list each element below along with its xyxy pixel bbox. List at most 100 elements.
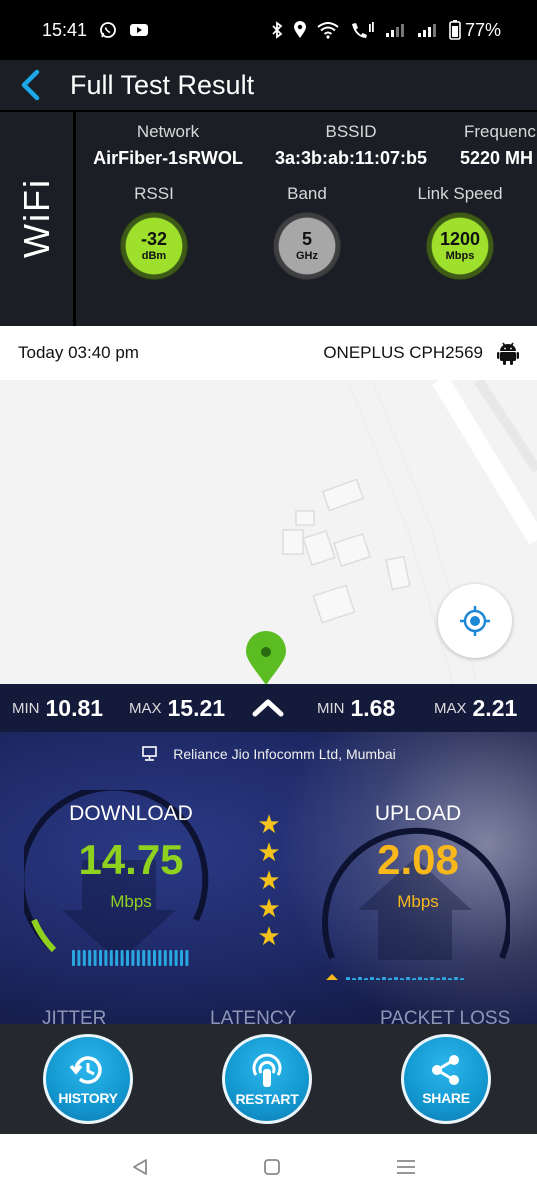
progress-tick <box>93 950 97 966</box>
progress-tick <box>418 977 422 980</box>
back-button[interactable] <box>0 60 60 110</box>
android-icon <box>497 342 519 365</box>
latency-label: LATENCY <box>210 1008 297 1024</box>
rating-stars: ★ ★ ★ ★ ★ <box>254 810 284 950</box>
progress-tick <box>442 977 446 980</box>
upload-value: 2.08 <box>377 836 459 883</box>
progress-tick <box>131 950 135 966</box>
download-max: MAX 15.21 <box>129 694 226 721</box>
packet-loss-label: PACKET LOSS <box>380 1008 511 1024</box>
location-icon <box>293 21 307 39</box>
progress-tick <box>169 950 173 966</box>
progress-tick <box>126 950 129 966</box>
progress-tick <box>104 950 108 966</box>
speed-results: Reliance Jio Infocomm Ltd, Mumbai DOWNLO… <box>0 732 537 1024</box>
progress-tick <box>174 950 178 966</box>
map-view[interactable] <box>0 380 537 684</box>
bluetooth-icon <box>271 21 283 39</box>
download-min: MIN 10.81 <box>12 694 104 721</box>
share-button[interactable]: SHARE <box>401 1034 491 1124</box>
progress-tick <box>82 950 86 966</box>
upload-min: MIN 1.68 <box>317 694 396 721</box>
progress-tick <box>163 950 167 966</box>
upload-max: MAX 2.21 <box>434 694 518 721</box>
restart-icon <box>252 1053 282 1087</box>
progress-tick <box>352 978 356 980</box>
nav-home-button[interactable] <box>252 1152 292 1182</box>
frequency-info: Frequenc 5220 MH <box>460 122 536 168</box>
progress-tick <box>346 977 350 980</box>
progress-tick <box>109 950 113 966</box>
wifi-side-label: WiFi <box>0 110 76 326</box>
jitter-label: JITTER <box>42 1008 107 1024</box>
app-header: Full Test Result <box>0 60 537 110</box>
youtube-icon <box>129 22 149 38</box>
upload-unit: Mbps <box>397 892 439 911</box>
link-speed-metric: Link Speed 1200 Mbps <box>400 184 520 280</box>
link-speed-gauge: 1200 Mbps <box>426 212 494 280</box>
nav-back-button[interactable] <box>120 1152 160 1182</box>
progress-tick <box>120 950 124 966</box>
upload-progress-ticks <box>346 977 464 980</box>
my-location-button[interactable] <box>438 584 512 658</box>
download-value: 14.75 <box>78 836 184 883</box>
star-icon: ★ <box>257 921 281 951</box>
menu-lines-icon <box>397 1160 415 1174</box>
progress-tick <box>88 950 92 966</box>
star-icon: ★ <box>257 837 281 867</box>
signal-icon <box>417 22 439 38</box>
progress-tick <box>115 950 119 966</box>
band-metric: Band 5 GHz <box>247 184 367 280</box>
progress-tick <box>436 978 440 980</box>
band-gauge: 5 GHz <box>273 212 341 280</box>
chevron-up-icon[interactable] <box>250 692 286 722</box>
network-info: Network AirFiber-1sRWOL <box>93 122 243 168</box>
call-icon <box>349 21 375 39</box>
battery-icon <box>449 20 461 40</box>
progress-tick <box>180 950 183 966</box>
restart-button[interactable]: RESTART <box>222 1034 312 1124</box>
triangle-back-icon <box>133 1159 147 1175</box>
share-icon <box>432 1055 459 1085</box>
upload-title: UPLOAD <box>374 802 462 825</box>
progress-tick <box>153 950 156 966</box>
progress-tick <box>376 978 380 980</box>
rssi-metric: RSSI -32 dBm <box>94 184 214 280</box>
map-pin-icon <box>246 631 286 684</box>
progress-tick <box>454 977 458 980</box>
system-nav-bar <box>0 1134 537 1200</box>
history-button[interactable]: HISTORY <box>43 1034 133 1124</box>
progress-tick <box>406 977 410 980</box>
progress-tick <box>364 978 368 980</box>
progress-tick <box>394 977 398 980</box>
crosshair-icon <box>460 606 490 636</box>
progress-tick <box>77 950 81 966</box>
wifi-icon <box>317 21 339 39</box>
whatsapp-icon <box>99 21 117 39</box>
square-home-icon <box>264 1159 280 1175</box>
history-icon <box>69 1056 102 1084</box>
provider-info: Reliance Jio Infocomm Ltd, Mumbai <box>0 746 537 762</box>
progress-tick <box>158 950 162 966</box>
progress-tick <box>370 977 374 980</box>
star-icon: ★ <box>257 893 281 923</box>
page-title: Full Test Result <box>70 69 255 100</box>
battery-percent: 77% <box>464 19 501 40</box>
star-icon: ★ <box>257 865 281 895</box>
chevron-left-icon <box>21 69 40 101</box>
metric-labels: JITTER LATENCY PACKET LOSS <box>0 1008 537 1024</box>
test-date: Today 03:40 pm <box>18 343 139 362</box>
wifi-panel: WiFi Network AirFiber-1sRWOL BSSID 3a:3b… <box>0 110 537 326</box>
progress-tick <box>388 978 392 980</box>
download-progress-ticks <box>72 950 189 966</box>
bssid-info: BSSID 3a:3b:ab:11:07:b5 <box>274 122 428 168</box>
status-time: 15:41 <box>42 19 88 40</box>
nav-recents-button[interactable] <box>386 1152 426 1182</box>
progress-tick <box>358 977 362 980</box>
progress-tick <box>382 977 386 980</box>
action-bar: HISTORY RESTART SHARE <box>0 1024 537 1134</box>
provider-name: Reliance Jio Infocomm Ltd, Mumbai <box>173 746 396 762</box>
progress-tick <box>412 978 416 980</box>
rssi-gauge: -32 dBm <box>120 212 188 280</box>
progress-tick <box>424 978 428 980</box>
